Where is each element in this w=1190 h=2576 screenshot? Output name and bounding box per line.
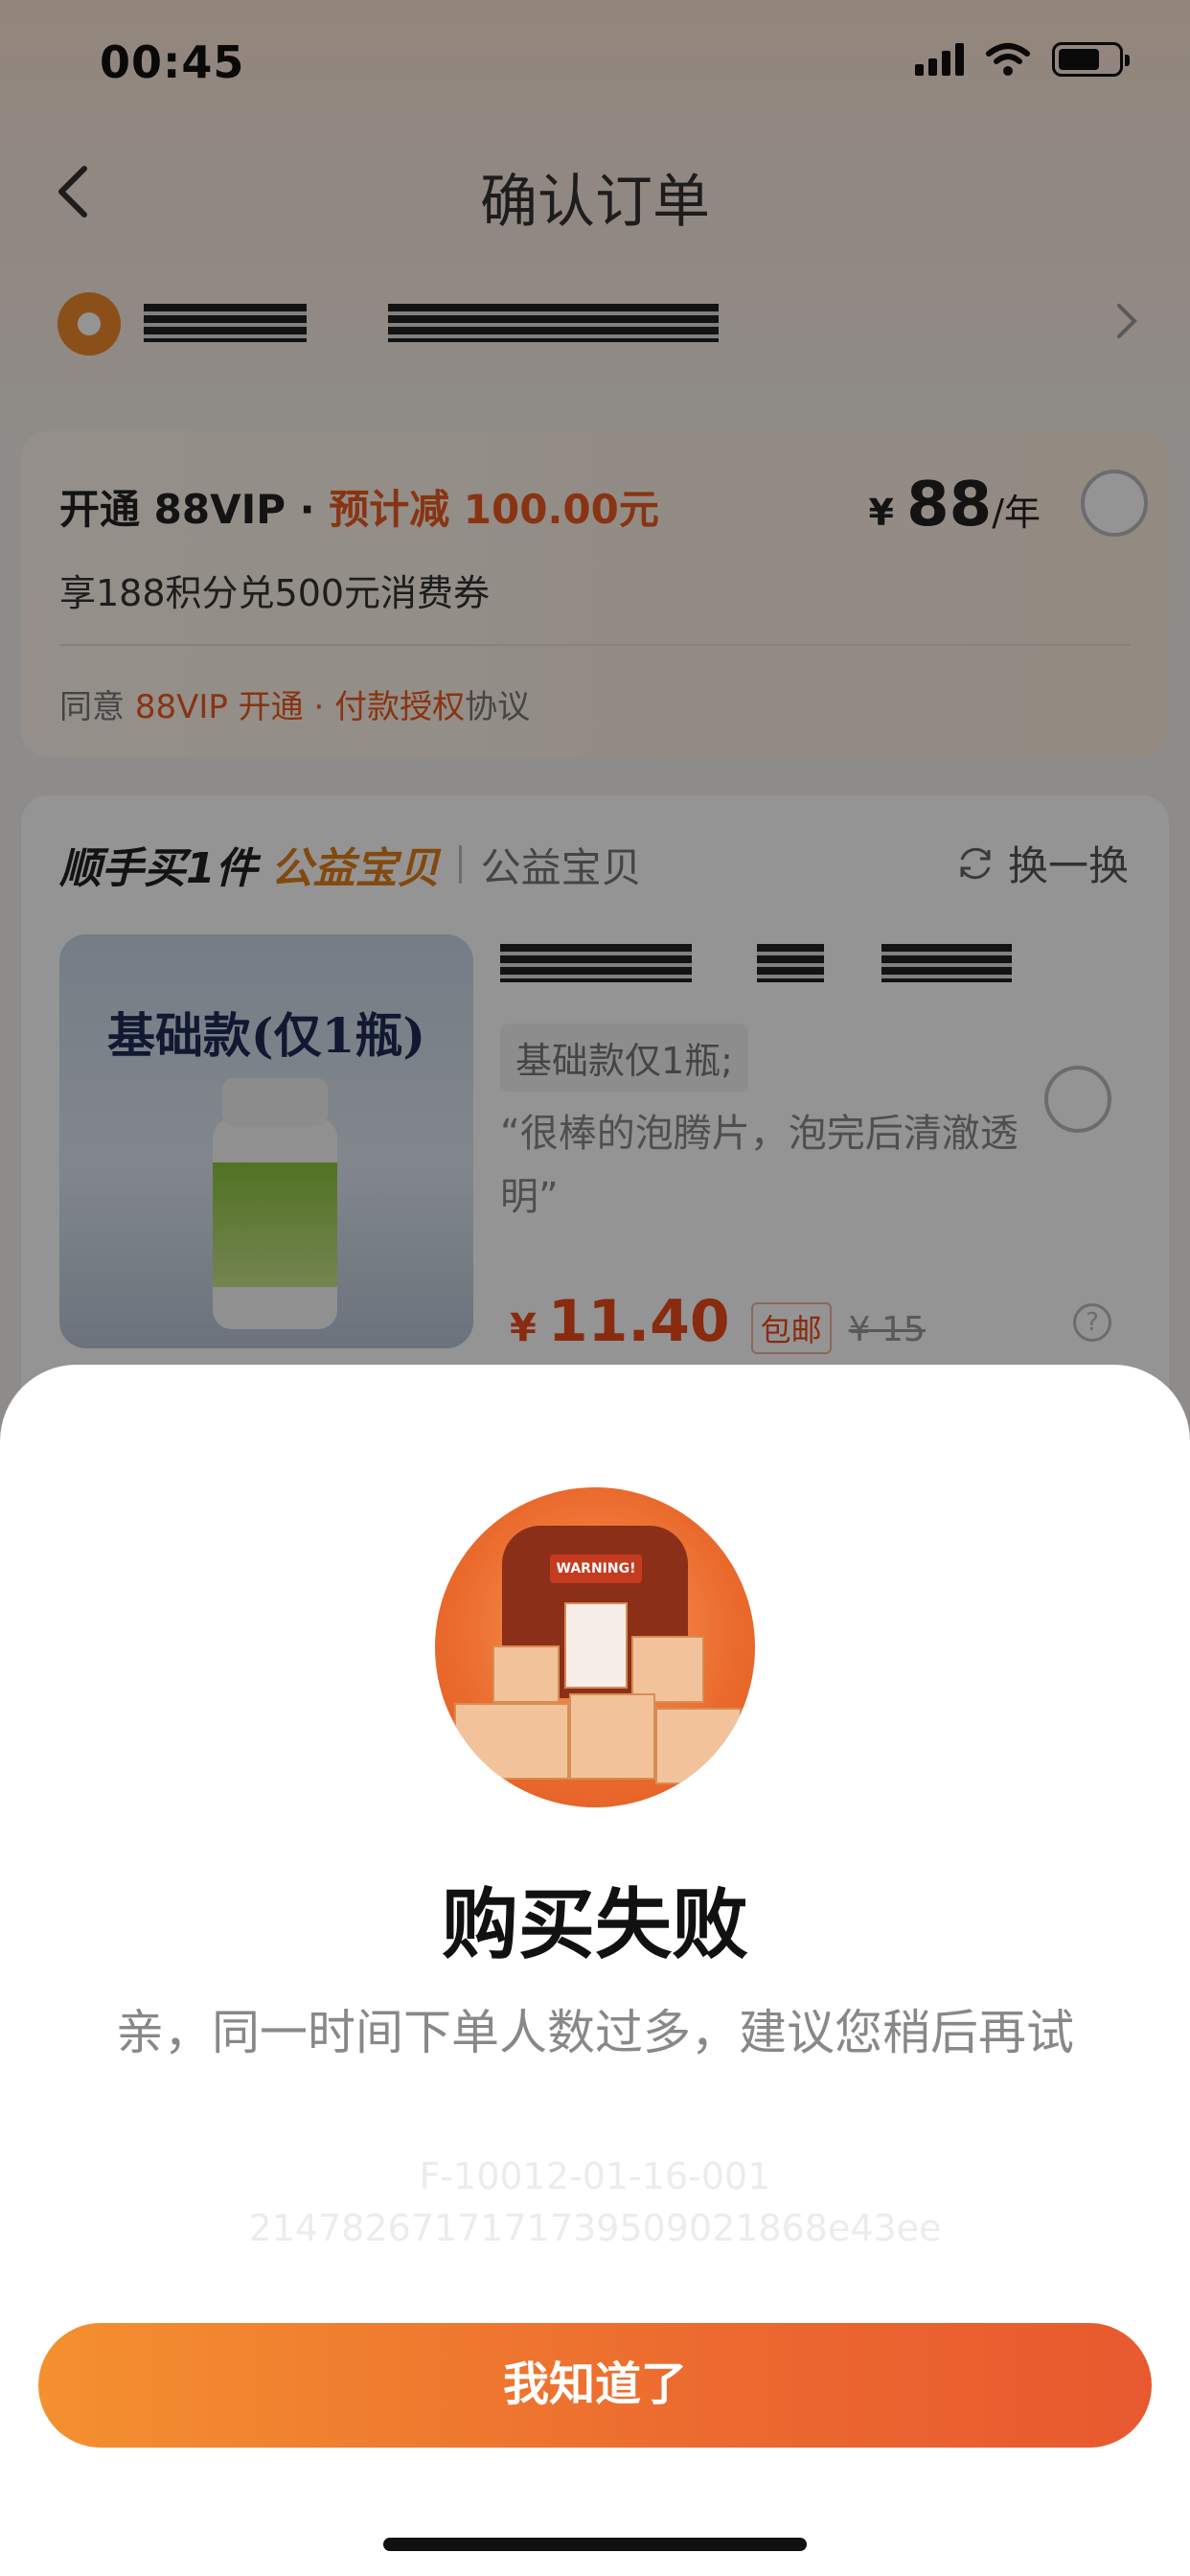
home-indicator xyxy=(383,2538,807,2551)
purchase-failed-sheet: WARNING! 购买失败 亲，同一时间下单人数过多，建议您稍后再试 F-100… xyxy=(0,1365,1190,2576)
error-code: F-10012-01-16-001 2147826717171739509021… xyxy=(0,2150,1190,2254)
error-code-line: F-10012-01-16-001 xyxy=(419,2155,771,2197)
warning-sign: WARNING! xyxy=(550,1554,642,1583)
warning-truck-illustration: WARNING! xyxy=(435,1487,755,1807)
dialog-title: 购买失败 xyxy=(442,1880,748,1969)
dialog-message: 亲，同一时间下单人数过多，建议您稍后再试 xyxy=(116,2005,1074,2060)
acknowledge-button[interactable]: 我知道了 xyxy=(38,2323,1152,2448)
error-code-line: 2147826717171739509021868e43ee xyxy=(248,2207,942,2249)
